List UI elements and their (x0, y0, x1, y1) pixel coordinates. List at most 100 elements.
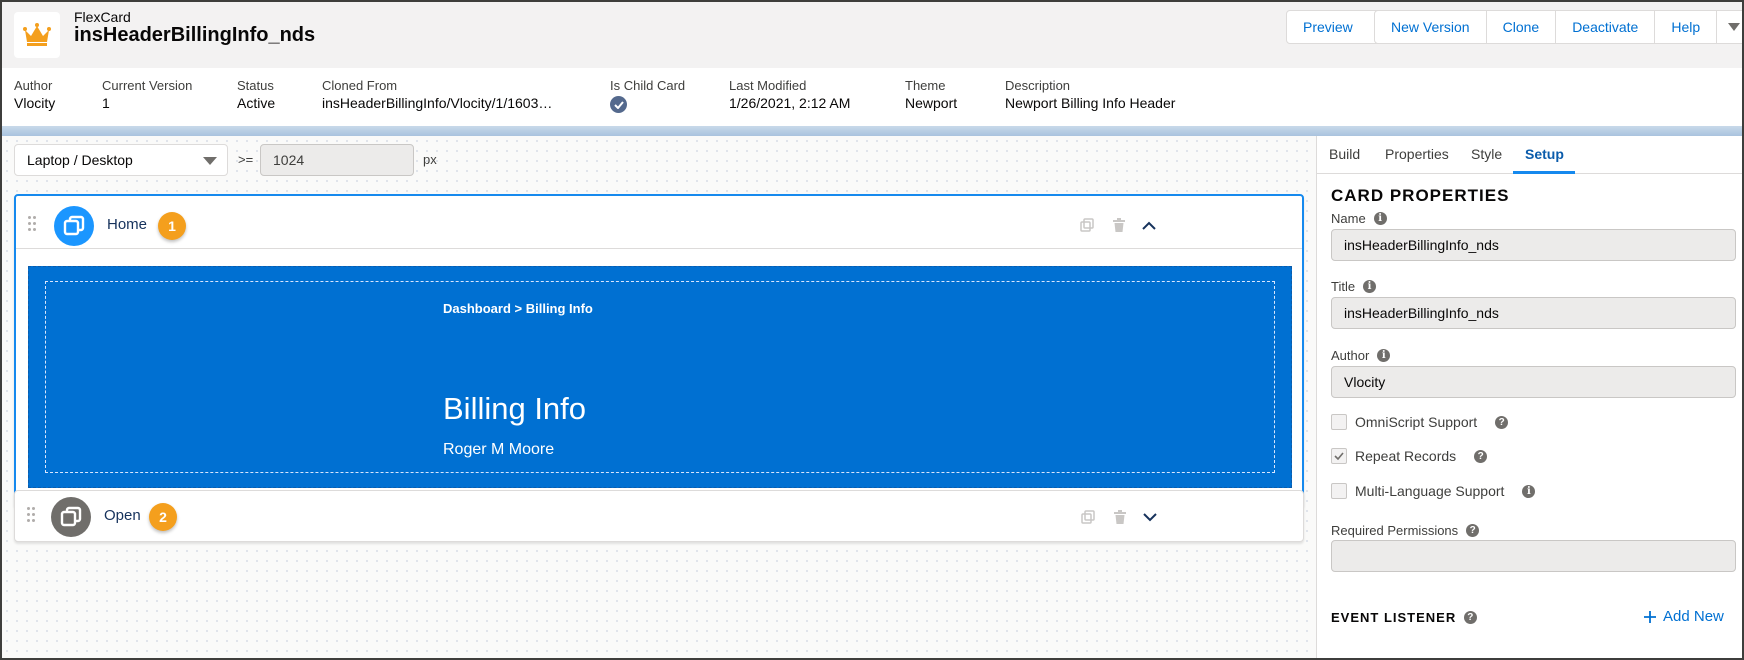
omniscript-support-checkbox[interactable]: OmniScript Support ? (1331, 414, 1509, 430)
multi-language-support-checkbox[interactable]: Multi-Language Support i (1331, 483, 1536, 499)
add-new-button[interactable]: Add New (1643, 608, 1724, 625)
info-icon[interactable]: i (1363, 280, 1377, 293)
info-icon[interactable]: i (1377, 349, 1391, 362)
meta-label: Current Version (102, 78, 193, 93)
meta-is-child-card: Is Child Card (610, 78, 685, 113)
meta-theme: Theme Newport (905, 78, 957, 111)
chevron-up-icon[interactable] (1140, 216, 1158, 234)
card-preview[interactable]: Dashboard > Billing Info Billing Info Ro… (28, 266, 1292, 488)
copy-icon[interactable] (1079, 508, 1097, 526)
chevron-down-icon[interactable] (1141, 508, 1159, 526)
meta-label: Is Child Card (610, 78, 686, 93)
meta-label: Last Modified (729, 78, 807, 93)
meta-value: 1/26/2021, 2:12 AM (729, 95, 851, 111)
required-permissions-input[interactable] (1331, 540, 1736, 572)
clone-button[interactable]: Clone (1487, 11, 1557, 43)
meta-status: Status Active (237, 78, 275, 111)
meta-label: Cloned From (322, 78, 398, 93)
trash-icon[interactable] (1110, 216, 1128, 234)
tab-style[interactable]: Style (1471, 146, 1502, 162)
label-text: Required Permissions (1331, 523, 1459, 538)
drag-handle-icon[interactable] (28, 216, 38, 236)
info-icon[interactable]: i (1522, 484, 1536, 498)
state-order-badge: 2 (149, 503, 177, 531)
app-header: FlexCard insHeaderBillingInfo_nds Previe… (2, 2, 1742, 68)
meta-version: Current Version 1 (102, 78, 192, 111)
design-canvas: Laptop / Desktop >= 1024 px Home 1 Dashb… (2, 136, 1316, 658)
state-icon (54, 206, 94, 246)
deactivate-button[interactable]: Deactivate (1556, 11, 1656, 43)
px-label: px (423, 152, 437, 167)
new-version-button[interactable]: New Version (1375, 11, 1487, 43)
title-label: Title i (1331, 279, 1377, 294)
info-icon[interactable]: i (1373, 212, 1387, 225)
page-title: insHeaderBillingInfo_nds (74, 24, 316, 46)
properties-panel: Build Properties Style Setup CARD PROPER… (1316, 136, 1742, 658)
state-header[interactable]: Open 2 (15, 491, 1303, 543)
preview-title: Billing Info (443, 391, 587, 426)
device-select[interactable]: Laptop / Desktop (14, 144, 228, 176)
meta-label: Author (14, 78, 53, 93)
title-input[interactable]: insHeaderBillingInfo_nds (1331, 297, 1736, 329)
state-icon (51, 497, 91, 537)
chevron-down-icon (1728, 23, 1741, 31)
card-info-bar: Author Vlocity Current Version 1 Status … (2, 68, 1742, 126)
help-button[interactable]: Help (1655, 11, 1718, 43)
state-card-home[interactable]: Home 1 Dashboard > Billing Info Billing … (14, 194, 1304, 508)
state-order-badge: 1 (158, 212, 186, 240)
label-text: Title (1331, 279, 1356, 294)
check-icon (610, 96, 627, 113)
required-permissions-label: Required Permissions ? (1331, 523, 1480, 538)
viewport-width-input[interactable]: 1024 (260, 144, 414, 176)
meta-value: insHeaderBillingInfo/Vlocity/1/1603… (322, 95, 553, 111)
label-text: Name (1331, 211, 1366, 226)
help-icon[interactable]: ? (1464, 611, 1478, 624)
label-text: Author (1331, 348, 1370, 363)
checkbox-label: Multi-Language Support (1355, 483, 1505, 499)
flexcard-designer: FlexCard insHeaderBillingInfo_nds Previe… (0, 0, 1744, 660)
meta-label: Theme (905, 78, 946, 93)
dropdown-caret-icon (203, 157, 217, 165)
preview-inner-block[interactable] (45, 281, 1275, 473)
help-icon[interactable]: ? (1474, 449, 1488, 463)
meta-last-modified: Last Modified 1/26/2021, 2:12 AM (729, 78, 850, 111)
checkbox-label: OmniScript Support (1355, 414, 1478, 430)
copy-icon[interactable] (1078, 216, 1096, 234)
more-actions-button[interactable] (1717, 11, 1742, 43)
state-header[interactable]: Home 1 (16, 196, 1302, 254)
meta-description: Description Newport Billing Info Header (1005, 78, 1175, 111)
repeat-records-checkbox[interactable]: Repeat Records ? (1331, 448, 1488, 464)
tab-setup[interactable]: Setup (1525, 146, 1564, 162)
panel-tabs: Build Properties Style Setup (1317, 136, 1742, 174)
checkbox[interactable] (1331, 414, 1347, 430)
help-icon[interactable]: ? (1466, 524, 1480, 537)
preview-breadcrumb: Dashboard > Billing Info (443, 301, 593, 316)
plus-icon (1644, 610, 1656, 623)
active-tab-indicator (1513, 171, 1575, 174)
meta-value: Active (237, 95, 276, 111)
author-input[interactable]: Vlocity (1331, 366, 1736, 398)
checkbox-checked[interactable] (1331, 448, 1347, 464)
meta-value: Vlocity (14, 95, 56, 111)
name-input[interactable]: insHeaderBillingInfo_nds (1331, 229, 1736, 261)
tab-properties[interactable]: Properties (1385, 146, 1449, 162)
device-select-value: Laptop / Desktop (27, 152, 133, 168)
section-title: CARD PROPERTIES (1331, 186, 1510, 205)
preview-button[interactable]: Preview (1287, 11, 1369, 43)
tab-build[interactable]: Build (1329, 146, 1360, 162)
add-new-label: Add New (1663, 608, 1724, 625)
action-button-group: New Version Clone Deactivate Help (1374, 10, 1742, 44)
meta-value: Newport (905, 95, 958, 111)
section-label: EVENT LISTENER (1331, 610, 1457, 625)
crown-icon (14, 12, 60, 58)
state-name: Open (104, 507, 141, 524)
help-icon[interactable]: ? (1495, 415, 1509, 429)
event-listener-title: EVENT LISTENER ? (1331, 610, 1478, 625)
divider (16, 248, 1302, 249)
trash-icon[interactable] (1111, 508, 1129, 526)
meta-label: Description (1005, 78, 1071, 93)
drag-handle-icon[interactable] (27, 507, 37, 527)
checkbox[interactable] (1331, 483, 1347, 499)
state-name: Home (107, 216, 148, 233)
state-card-open[interactable]: Open 2 (14, 490, 1304, 542)
